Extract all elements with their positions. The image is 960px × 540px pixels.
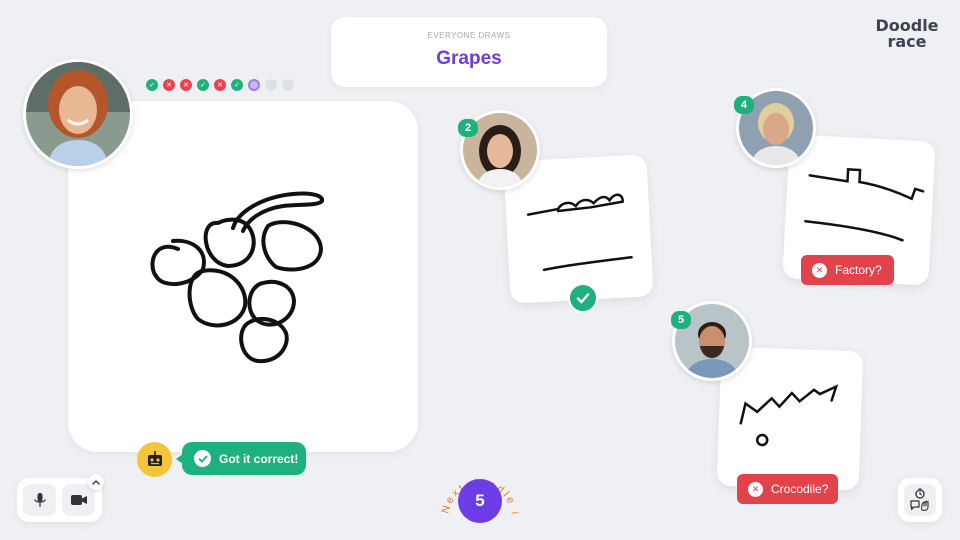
logo-line-2: race: [887, 32, 927, 51]
doodle-race-logo: Doodle race: [872, 18, 942, 50]
player-4-number-badge: 4: [734, 96, 754, 114]
round-result-wrong: ✕: [180, 79, 192, 91]
prompt-card: EVERYONE DRAWS Grapes: [331, 17, 607, 87]
expand-controls-button[interactable]: [88, 474, 104, 490]
microphone-button[interactable]: [23, 484, 56, 516]
timer-chat-hand-icon: [904, 484, 936, 516]
my-drawing-canvas[interactable]: [68, 101, 418, 452]
player-4-wrong-guess: ✕ Factory?: [801, 255, 894, 285]
video-camera-icon: [70, 495, 87, 505]
wrong-icon: ✕: [812, 262, 827, 278]
player-2-number-badge: 2: [458, 119, 478, 137]
round-current: [248, 79, 260, 91]
wrong-icon: ✕: [748, 481, 763, 497]
round-result-wrong: ✕: [163, 79, 175, 91]
microphone-icon: [33, 493, 46, 507]
round-pending: [282, 79, 294, 91]
my-avatar: [23, 59, 133, 169]
chevron-up-icon: [92, 480, 100, 485]
player-2-correct-icon: [568, 283, 598, 313]
player-5-wrong-guess: ✕ Crocodile?: [737, 474, 838, 504]
countdown-timer: 5: [458, 479, 502, 523]
grapes-doodle: [150, 191, 324, 364]
player-5-number-badge: 5: [671, 311, 691, 329]
robot-icon: [137, 442, 172, 477]
prompt-label: EVERYONE DRAWS: [427, 31, 511, 40]
bot-message: Got it correct!: [219, 451, 299, 466]
round-pending: [265, 79, 277, 91]
round-result-correct: ✓: [231, 79, 243, 91]
timer-chat-button[interactable]: [898, 478, 942, 522]
player-5-guess-text: Crocodile?: [771, 482, 829, 496]
round-result-correct: ✓: [197, 79, 209, 91]
round-progress: ✓ ✕ ✕ ✓ ✕ ✓: [146, 79, 294, 91]
camera-button[interactable]: [62, 484, 95, 516]
player-4-guess-text: Factory?: [835, 263, 882, 277]
bot-message-bubble: Got it correct!: [176, 442, 306, 475]
prompt-word: Grapes: [436, 48, 502, 69]
check-icon: [194, 450, 211, 467]
round-result-wrong: ✕: [214, 79, 226, 91]
round-result-correct: ✓: [146, 79, 158, 91]
